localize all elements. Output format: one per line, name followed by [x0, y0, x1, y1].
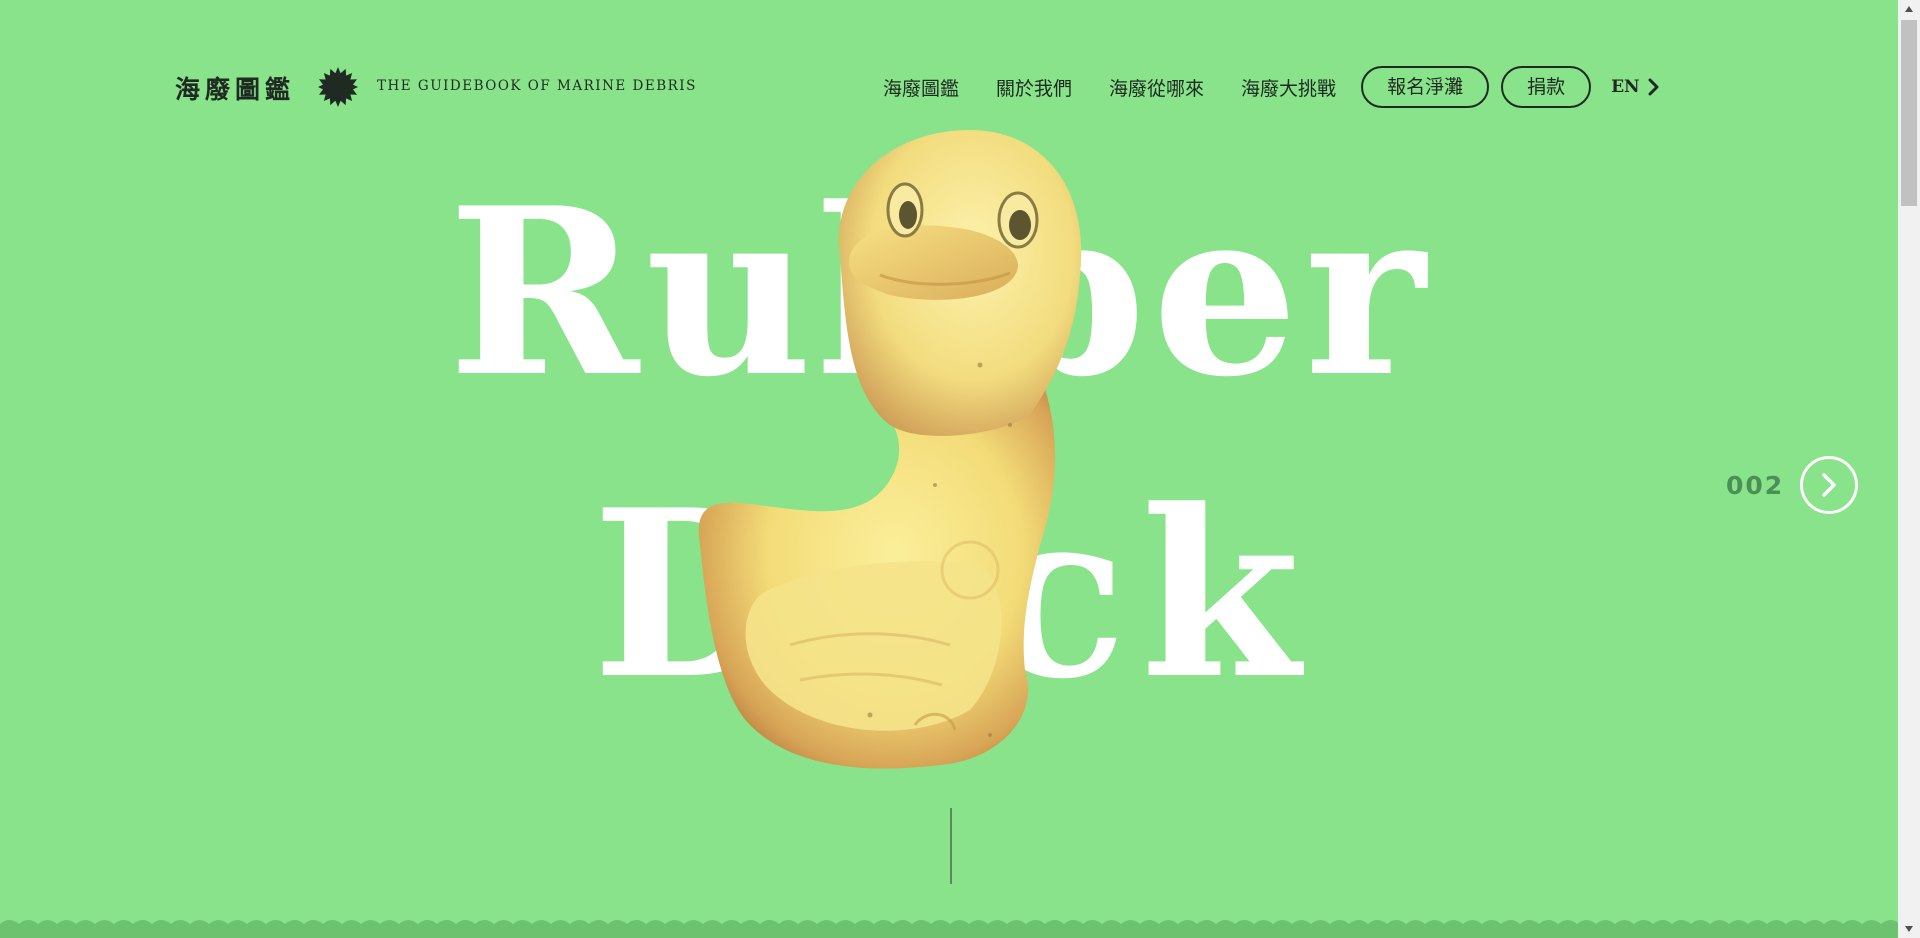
nav-link-origin[interactable]: 海廢從哪來	[1109, 74, 1204, 101]
nav-link-challenge[interactable]: 海廢大挑戰	[1241, 74, 1336, 101]
next-item-button[interactable]	[1800, 456, 1859, 514]
signup-cleanup-button[interactable]: 報名淨灘	[1361, 66, 1490, 108]
item-number: 002	[1726, 470, 1785, 500]
page: 海廢圖鑑 THE GUIDEBOOK OF MARINE DEBRIS 海廢圖鑑…	[0, 0, 1898, 938]
language-label: EN	[1611, 77, 1640, 97]
language-switch[interactable]: EN	[1611, 77, 1660, 97]
rubber-duck-image	[698, 130, 1082, 769]
sun-badge-icon	[318, 67, 358, 107]
site-header: 海廢圖鑑 THE GUIDEBOOK OF MARINE DEBRIS 海廢圖鑑…	[175, 62, 1720, 112]
scroll-down-arrow-icon[interactable]	[1898, 920, 1920, 938]
chevron-right-icon	[1648, 78, 1659, 96]
page-scrollbar[interactable]	[1898, 0, 1920, 938]
chevron-right-icon	[1822, 473, 1836, 497]
scrollbar-thumb[interactable]	[1901, 20, 1917, 206]
scroll-indicator-line	[950, 808, 952, 884]
scroll-up-arrow-icon[interactable]	[1898, 0, 1920, 18]
logo-subtitle: THE GUIDEBOOK OF MARINE DEBRIS	[377, 78, 697, 94]
wave-divider	[0, 920, 1898, 938]
main-nav: 海廢圖鑑 關於我們 海廢從哪來 海廢大挑戰 報名淨灘 捐款 EN	[883, 65, 1660, 109]
logo-title[interactable]: 海廢圖鑑	[175, 70, 295, 106]
nav-link-guidebook[interactable]: 海廢圖鑑	[883, 74, 959, 101]
item-pager: 002	[1726, 456, 1859, 514]
nav-link-about[interactable]: 關於我們	[996, 74, 1072, 101]
donate-button[interactable]: 捐款	[1501, 66, 1592, 108]
